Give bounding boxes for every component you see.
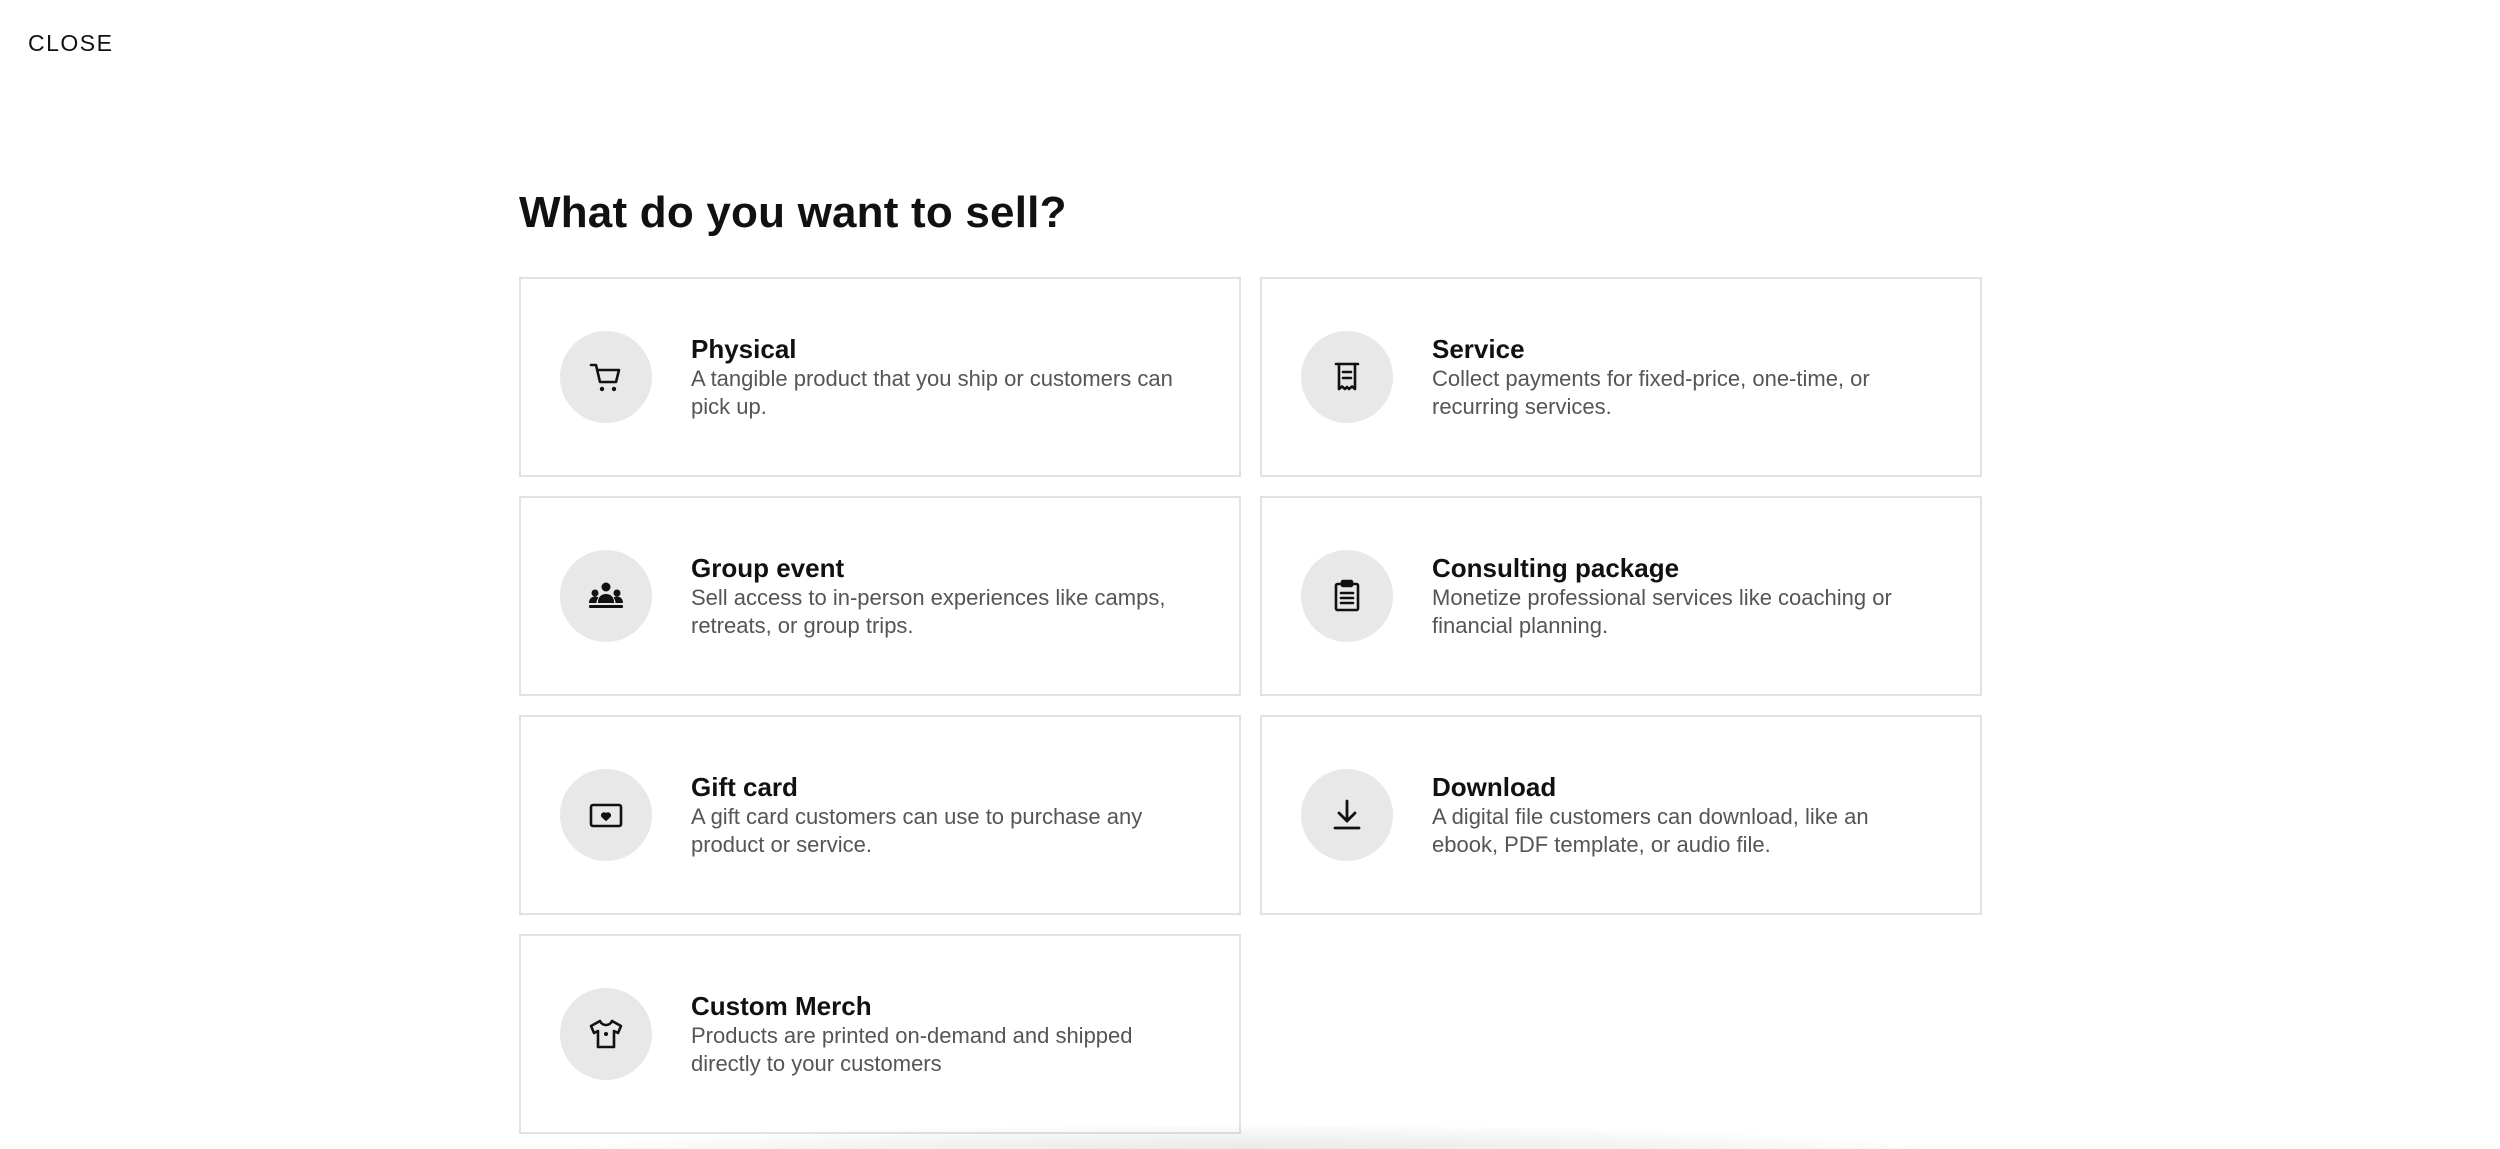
option-description: Collect payments for fixed-price, one-ti… xyxy=(1432,366,1870,419)
option-text: Consulting package Monetize professional… xyxy=(1432,552,1980,640)
option-title: Service xyxy=(1432,334,1525,364)
option-description: Products are printed on-demand and shipp… xyxy=(691,1023,1133,1076)
option-description: Sell access to in-person experiences lik… xyxy=(691,585,1166,638)
option-card-download[interactable]: Download A digital file customers can do… xyxy=(1260,715,1982,915)
product-type-grid: Physical A tangible product that you shi… xyxy=(519,277,1982,1134)
option-text: Gift card A gift card customers can use … xyxy=(691,771,1239,859)
clipboard-icon xyxy=(1301,550,1393,642)
option-title: Download xyxy=(1432,772,1557,802)
option-description: A digital file customers can download, l… xyxy=(1432,804,1869,857)
option-description: A tangible product that you ship or cust… xyxy=(691,366,1173,419)
option-description: Monetize professional services like coac… xyxy=(1432,585,1892,638)
option-title: Gift card xyxy=(691,772,798,802)
download-icon xyxy=(1301,769,1393,861)
option-card-group-event[interactable]: Group event Sell access to in-person exp… xyxy=(519,496,1241,696)
option-title: Group event xyxy=(691,553,845,583)
close-button[interactable]: CLOSE xyxy=(28,30,113,57)
gift-card-icon xyxy=(560,769,652,861)
option-card-consulting-package[interactable]: Consulting package Monetize professional… xyxy=(1260,496,1982,696)
option-card-gift-card[interactable]: Gift card A gift card customers can use … xyxy=(519,715,1241,915)
option-text: Download A digital file customers can do… xyxy=(1432,771,1980,859)
option-text: Group event Sell access to in-person exp… xyxy=(691,552,1239,640)
group-icon xyxy=(560,550,652,642)
option-title: Physical xyxy=(691,334,797,364)
option-text: Physical A tangible product that you shi… xyxy=(691,333,1239,421)
option-card-custom-merch[interactable]: Custom Merch Products are printed on-dem… xyxy=(519,934,1241,1134)
option-text: Service Collect payments for fixed-price… xyxy=(1432,333,1980,421)
option-card-service[interactable]: Service Collect payments for fixed-price… xyxy=(1260,277,1982,477)
shopping-cart-icon xyxy=(560,331,652,423)
option-title: Consulting package xyxy=(1432,553,1680,583)
page-title: What do you want to sell? xyxy=(519,188,1067,237)
receipt-icon xyxy=(1301,331,1393,423)
option-title: Custom Merch xyxy=(691,991,872,1021)
page: CLOSE What do you want to sell? Physical… xyxy=(0,0,2500,1149)
option-text: Custom Merch Products are printed on-dem… xyxy=(691,990,1239,1078)
tshirt-icon xyxy=(560,988,652,1080)
option-card-physical[interactable]: Physical A tangible product that you shi… xyxy=(519,277,1241,477)
option-description: A gift card customers can use to purchas… xyxy=(691,804,1143,857)
